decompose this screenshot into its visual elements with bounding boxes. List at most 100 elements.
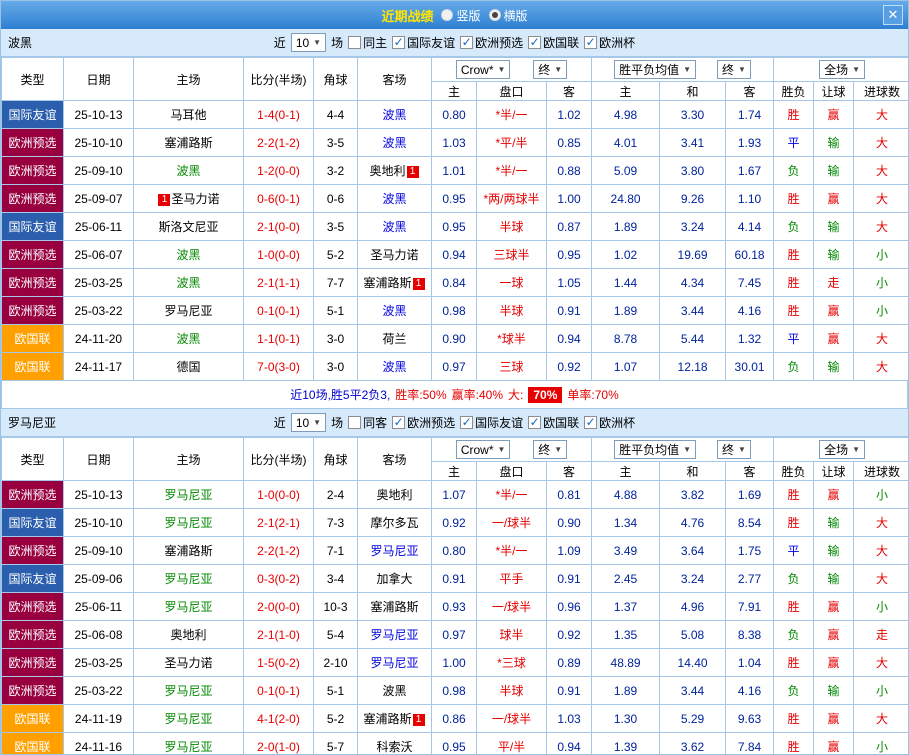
result-goals: 大 [854, 537, 909, 565]
match-row: 欧洲预选25-03-22罗马尼亚0-1(0-1)5-1波黑0.98半球0.911… [2, 297, 909, 325]
subcol-avg-draw: 和 [660, 82, 726, 101]
corner-count: 7-7 [314, 269, 358, 297]
comp-filter-label: 欧洲杯 [599, 34, 635, 51]
result-handicap: 输 [814, 565, 854, 593]
away-team: 科索沃 [358, 733, 432, 755]
odds-handicap: 一/球半 [477, 593, 547, 621]
corner-count: 2-10 [314, 649, 358, 677]
away-team: 罗马尼亚 [358, 649, 432, 677]
home-team-name: 罗马尼亚 [164, 600, 212, 614]
odds-home: 1.01 [432, 157, 477, 185]
close-button[interactable]: ✕ [883, 5, 903, 25]
home-team-name: 罗马尼亚 [164, 516, 212, 530]
odds-home: 1.07 [432, 481, 477, 509]
odds-home: 0.98 [432, 297, 477, 325]
final-avg-select[interactable]: 终 ▼ [717, 440, 751, 459]
recent-count-select[interactable]: 10 ▼ [291, 33, 326, 52]
result-outcome: 胜 [774, 241, 814, 269]
comp-filter-checkbox-1[interactable]: ✓ 国际友谊 [392, 34, 455, 51]
comp-filter-checkbox-4[interactable]: ✓ 欧洲杯 [584, 414, 635, 431]
match-date: 25-10-10 [64, 129, 134, 157]
comp-filter-checkbox-3[interactable]: ✓ 欧国联 [528, 34, 579, 51]
period-select[interactable]: 全场 ▼ [819, 440, 865, 459]
result-goals: 大 [854, 185, 909, 213]
away-team-name: 罗马尼亚 [370, 544, 418, 558]
comp-filter-checkbox-2[interactable]: ✓ 国际友谊 [460, 414, 523, 431]
avg-draw-odds: 3.30 [660, 101, 726, 129]
avg-odds-select[interactable]: 胜平负均值 ▼ [614, 440, 696, 459]
odds-away: 0.90 [547, 509, 592, 537]
avg-home-odds: 4.98 [592, 101, 660, 129]
result-outcome: 胜 [774, 269, 814, 297]
odds-handicap: 平/半 [477, 733, 547, 755]
competition-badge: 欧国联 [2, 733, 64, 755]
subcol-avg-away: 客 [726, 82, 774, 101]
odds-away: 1.03 [547, 705, 592, 733]
chevron-down-icon: ▼ [738, 445, 746, 454]
comp-filter-checkbox-3[interactable]: ✓ 欧国联 [528, 414, 579, 431]
match-row: 国际友谊25-09-06罗马尼亚0-3(0-2)3-4加拿大0.91平手0.91… [2, 565, 909, 593]
away-team-name: 罗马尼亚 [370, 628, 418, 642]
corner-count: 3-2 [314, 157, 358, 185]
avg-away-odds: 7.84 [726, 733, 774, 755]
avg-home-odds: 1.89 [592, 297, 660, 325]
away-team: 波黑 [358, 353, 432, 381]
avg-away-odds: 4.14 [726, 213, 774, 241]
final-odds-select[interactable]: 终 ▼ [533, 440, 567, 459]
match-date: 25-10-10 [64, 509, 134, 537]
result-outcome: 平 [774, 537, 814, 565]
final-avg-select[interactable]: 终 ▼ [717, 60, 751, 79]
match-score: 2-1(1-0) [244, 621, 314, 649]
layout-horizontal-option[interactable]: 横版 [489, 7, 528, 24]
result-goals: 小 [854, 241, 909, 269]
home-team-name: 罗马尼亚 [164, 740, 212, 754]
odds-source-value: Crow* [461, 443, 494, 457]
avg-odds-select[interactable]: 胜平负均值 ▼ [614, 60, 696, 79]
competition-badge: 国际友谊 [2, 565, 64, 593]
match-score: 2-2(1-2) [244, 537, 314, 565]
avg-draw-odds: 5.44 [660, 325, 726, 353]
recent-count-select[interactable]: 10 ▼ [291, 413, 326, 432]
odds-source-select[interactable]: Crow* ▼ [456, 60, 511, 79]
games-label: 场 [331, 414, 343, 431]
odds-away: 0.88 [547, 157, 592, 185]
checkbox-checked-icon: ✓ [460, 36, 473, 49]
checkbox-checked-icon: ✓ [460, 416, 473, 429]
competition-badge: 欧洲预选 [2, 297, 64, 325]
home-team: 德国 [134, 353, 244, 381]
final-odds-select[interactable]: 终 ▼ [533, 60, 567, 79]
result-goals: 大 [854, 509, 909, 537]
period-select[interactable]: 全场 ▼ [819, 60, 865, 79]
away-team: 圣马力诺 [358, 241, 432, 269]
match-score: 0-3(0-2) [244, 565, 314, 593]
layout-vertical-option[interactable]: 竖版 [441, 7, 480, 24]
match-date: 25-03-25 [64, 649, 134, 677]
odds-away: 0.85 [547, 129, 592, 157]
comp-filter-checkbox-4[interactable]: ✓ 欧洲杯 [584, 34, 635, 51]
home-team: 马耳他 [134, 101, 244, 129]
recent-count-value: 10 [296, 416, 309, 430]
avg-home-odds: 1.39 [592, 733, 660, 755]
match-row: 欧洲预选25-06-07波黑1-0(0-0)5-2圣马力诺0.94三球半0.95… [2, 241, 909, 269]
checkbox-checked-icon: ✓ [584, 416, 597, 429]
away-team: 波黑 [358, 185, 432, 213]
away-team-name: 加拿大 [376, 572, 412, 586]
comp-filter-checkbox-2[interactable]: ✓ 欧洲预选 [460, 34, 523, 51]
match-score: 2-1(0-0) [244, 213, 314, 241]
comp-filter-checkbox-1[interactable]: ✓ 欧洲预选 [392, 414, 455, 431]
odds-handicap: 一/球半 [477, 705, 547, 733]
home-team: 罗马尼亚 [134, 481, 244, 509]
corner-count: 7-1 [314, 537, 358, 565]
odds-home: 0.95 [432, 733, 477, 755]
odds-away: 0.91 [547, 565, 592, 593]
avg-draw-odds: 12.18 [660, 353, 726, 381]
col-score: 比分(半场) [244, 438, 314, 481]
chevron-down-icon: ▼ [683, 445, 691, 454]
same-venue-checkbox[interactable]: 同客 [348, 414, 387, 431]
odds-away: 0.89 [547, 649, 592, 677]
same-venue-checkbox[interactable]: 同主 [348, 34, 387, 51]
odds-source-select[interactable]: Crow* ▼ [456, 440, 511, 459]
odds-away: 0.94 [547, 325, 592, 353]
odds-away: 0.87 [547, 213, 592, 241]
odds-handicap: *两/两球半 [477, 185, 547, 213]
